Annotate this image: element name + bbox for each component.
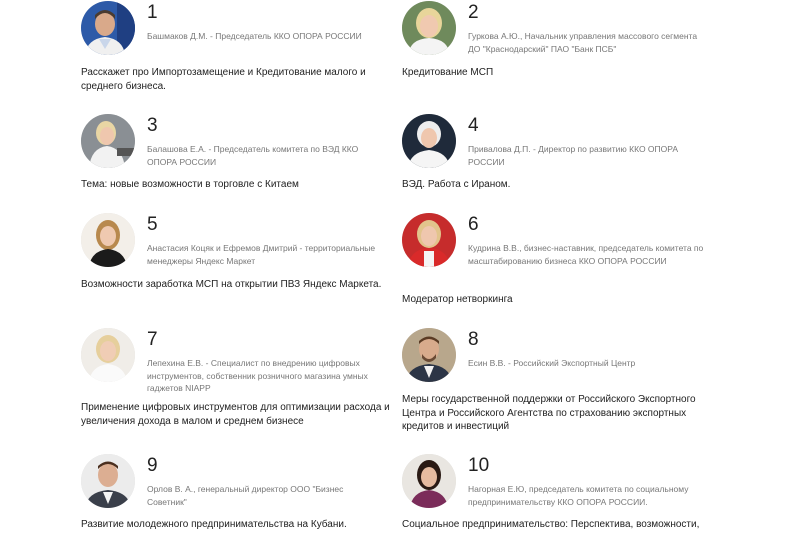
speaker-number: 4	[468, 115, 479, 136]
speaker-photo	[402, 454, 456, 508]
speaker-topic: Развитие молодежного предпринимательства…	[81, 519, 347, 530]
speaker-number: 2	[468, 2, 479, 23]
speaker-topic: Возможности заработка МСП на открытии ПВ…	[81, 279, 382, 290]
speaker-photo	[402, 213, 456, 267]
speaker-number: 1	[147, 2, 158, 23]
speaker-photo	[81, 114, 135, 168]
speaker-role: Гуркова А.Ю., Начальник управления массо…	[468, 31, 698, 54]
speaker-role: Есин В.В. - Российский Экспортный Центр	[468, 358, 636, 368]
speaker-role: Анастасия Коцяк и Ефремов Дмитрий - терр…	[147, 243, 376, 266]
speaker-number: 8	[468, 329, 479, 350]
speaker-topic: Тема: новые возможности в торговле с Кит…	[81, 179, 299, 190]
speaker-role: Нагорная Е.Ю, председатель комитета по с…	[468, 484, 689, 507]
speaker-topic: ВЭД. Работа с Ираном.	[402, 179, 511, 190]
speaker-number: 6	[468, 214, 479, 235]
speaker-role: Кудрина В.В., бизнес-наставник, председа…	[468, 243, 704, 266]
speaker-role: Башмаков Д.М. - Председатель ККО ОПОРА Р…	[147, 31, 362, 41]
speaker-role: Балашова Е.А. - Председатель комитета по…	[147, 144, 359, 167]
speaker-photo	[402, 1, 456, 55]
speaker-topic: Меры государственной поддержки от Россий…	[402, 394, 696, 432]
speaker-number: 9	[147, 455, 158, 476]
speaker-topic: Кредитование МСП	[402, 67, 494, 78]
speaker-topic: Модератор нетворкинга	[402, 294, 513, 305]
speaker-topic: Социальное предпринимательство: Перспект…	[402, 519, 700, 530]
speaker-role: Лепехина Е.В. - Специалист по внедрению …	[147, 358, 368, 393]
speaker-number: 10	[468, 455, 490, 476]
speaker-photo	[81, 454, 135, 508]
speaker-role: Привалова Д.П. - Директор по развитию КК…	[468, 144, 679, 167]
speaker-photo	[81, 1, 135, 55]
speaker-number: 5	[147, 214, 158, 235]
speaker-topic: Расскажет про Импортозамещение и Кредито…	[81, 67, 366, 92]
speaker-photo	[81, 213, 135, 267]
speaker-photo	[402, 114, 456, 168]
speaker-role: Орлов В. А., генеральный директор ООО "Б…	[147, 484, 344, 507]
speaker-number: 3	[147, 115, 158, 136]
speaker-photo	[81, 328, 135, 382]
speaker-topic: Применение цифровых инструментов для опт…	[81, 402, 390, 427]
speaker-photo	[402, 328, 456, 382]
speaker-number: 7	[147, 329, 158, 350]
